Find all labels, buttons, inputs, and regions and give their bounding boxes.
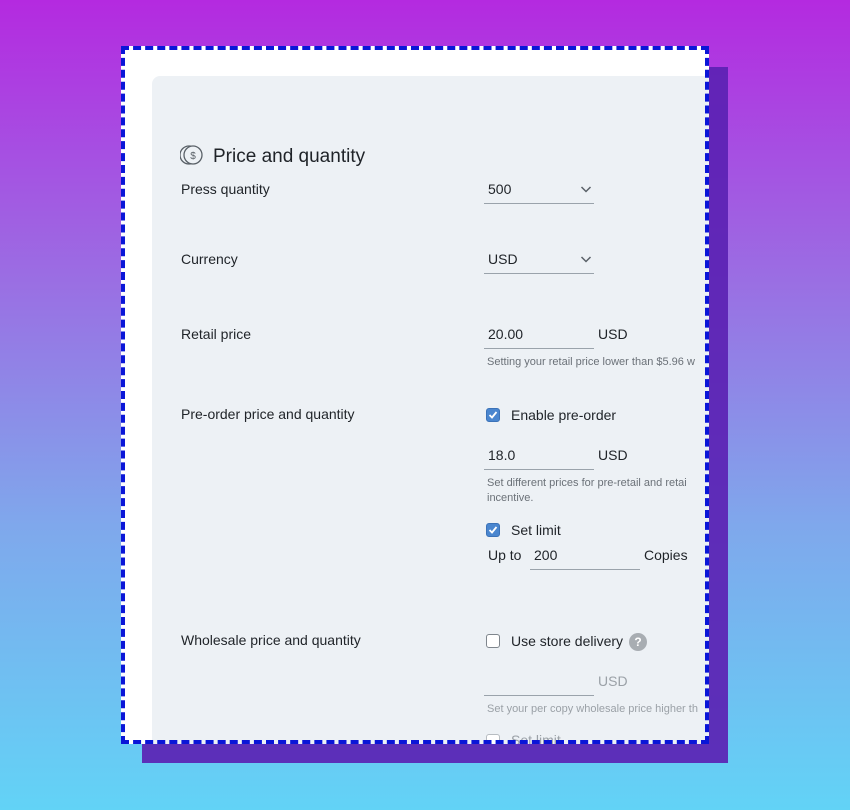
svg-text:$: $: [190, 151, 196, 162]
wholesale-hint: Set your per copy wholesale price higher…: [487, 703, 698, 715]
price-quantity-panel: $ Price and quantity Press quantity 500 …: [152, 76, 709, 744]
currency-label: Currency: [181, 251, 238, 267]
preorder-label: Pre-order price and quantity: [181, 406, 355, 422]
preorder-price-unit: USD: [598, 447, 628, 463]
set-limit-checkbox[interactable]: [486, 523, 500, 537]
currency-value: USD: [488, 251, 518, 267]
retail-price-unit: USD: [598, 326, 628, 342]
copies-label: Copies: [644, 547, 688, 563]
preorder-limit-input[interactable]: 200: [530, 545, 640, 570]
help-icon[interactable]: ?: [629, 633, 647, 651]
retail-price-label: Retail price: [181, 326, 252, 342]
price-quantity-card: $ Price and quantity Press quantity 500 …: [121, 46, 709, 744]
enable-preorder-label[interactable]: Enable pre-order: [511, 407, 616, 423]
currency-select[interactable]: USD: [484, 249, 594, 274]
preorder-price-input[interactable]: 18.0: [484, 445, 594, 470]
retail-price-input[interactable]: 20.00: [484, 324, 594, 349]
wholesale-price-input[interactable]: [484, 671, 594, 696]
wholesale-label: Wholesale price and quantity: [181, 632, 361, 648]
wholesale-set-limit-checkbox[interactable]: [486, 734, 500, 744]
use-store-delivery-checkbox[interactable]: [486, 634, 500, 648]
wholesale-set-limit-label[interactable]: Set limit: [511, 732, 561, 744]
section-title: Price and quantity: [213, 146, 366, 167]
enable-preorder-checkbox[interactable]: [486, 408, 500, 422]
press-quantity-value: 500: [488, 181, 512, 197]
preorder-hint-line2: incentive.: [487, 492, 534, 504]
press-quantity-select[interactable]: 500: [484, 179, 594, 204]
preorder-hint-line1: Set different prices for pre-retail and …: [487, 477, 687, 489]
upto-label: Up to: [488, 547, 522, 563]
set-limit-label[interactable]: Set limit: [511, 522, 561, 538]
retail-price-hint: Setting your retail price lower than $5.…: [487, 356, 695, 368]
chevron-down-icon: [580, 182, 592, 194]
chevron-down-icon: [580, 252, 592, 264]
press-quantity-label: Press quantity: [181, 181, 270, 197]
use-store-delivery-label[interactable]: Use store delivery: [511, 633, 623, 649]
wholesale-price-unit: USD: [598, 673, 628, 689]
coin-dollar-icon: $: [179, 143, 204, 167]
